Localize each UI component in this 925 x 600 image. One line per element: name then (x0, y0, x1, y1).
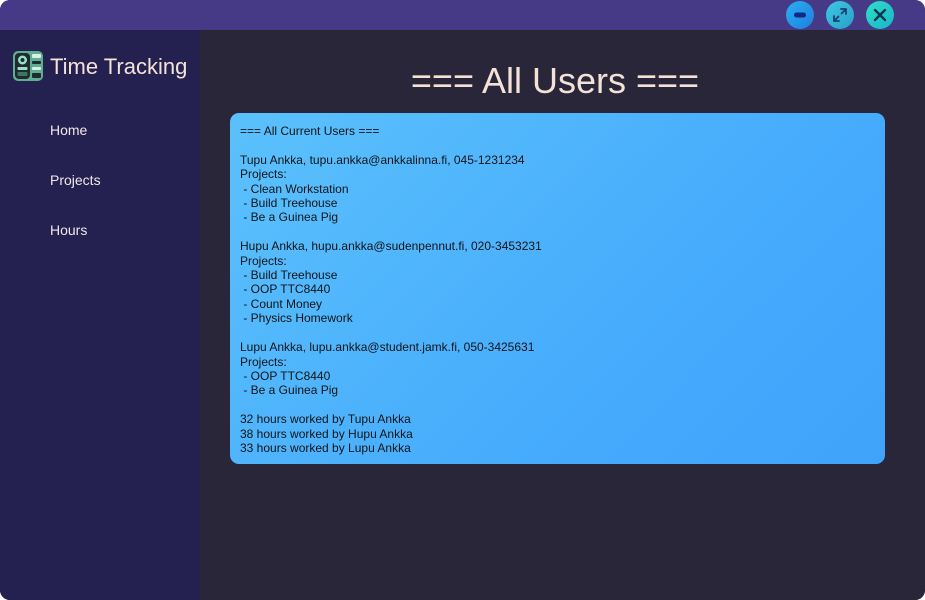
title-bar[interactable] (0, 0, 925, 30)
page-title: === All Users === (410, 60, 700, 101)
nav-item-projects[interactable]: Projects (50, 172, 101, 188)
users-output-panel: === All Current Users === Tupu Ankka, tu… (230, 113, 885, 464)
robot-logo-icon (11, 49, 45, 83)
close-button[interactable] (866, 1, 894, 29)
nav-item-hours[interactable]: Hours (50, 222, 87, 238)
main-content: === All Users === === All Current Users … (200, 30, 925, 600)
maximize-icon (832, 7, 848, 23)
users-output-text: === All Current Users === Tupu Ankka, tu… (240, 124, 542, 455)
close-icon (872, 7, 888, 23)
app-title: Time Tracking (50, 54, 188, 79)
sidebar: Time Tracking Home Projects Hours (0, 30, 200, 600)
maximize-button[interactable] (826, 1, 854, 29)
app-window: Time Tracking Home Projects Hours === Al… (0, 0, 925, 600)
minimize-icon (792, 7, 808, 23)
minimize-button[interactable] (786, 1, 814, 29)
nav-item-home[interactable]: Home (50, 122, 87, 138)
